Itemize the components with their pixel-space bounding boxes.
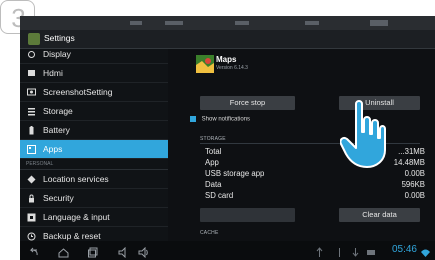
app-version: Version 6.14.3	[216, 65, 248, 71]
storage-row: Total ...31MB	[205, 147, 425, 158]
cache-section-header: CACHE	[200, 230, 219, 236]
status-bar	[20, 16, 435, 30]
force-stop-button[interactable]: Force stop	[200, 96, 295, 110]
volume-up-icon[interactable]	[138, 245, 149, 259]
sidebar-item-storage[interactable]: Storage	[20, 102, 168, 121]
download-icon	[350, 245, 361, 257]
storage-row-label: Total	[205, 147, 222, 156]
settings-app-icon	[28, 33, 40, 45]
battery-status-icon	[366, 245, 377, 256]
sidebar-item-label: ScreenshotSetting	[43, 87, 113, 97]
settings-sidebar: Display Hdmi ScreenshotSetting Storage B…	[20, 49, 168, 246]
clear-data-button[interactable]: Clear data	[339, 208, 420, 222]
usb-icon	[314, 245, 325, 257]
backup-icon	[27, 232, 36, 241]
clock: 05:46	[391, 244, 417, 255]
location-icon	[27, 175, 36, 184]
battery-icon	[27, 125, 36, 135]
navigation-bar: 05:46	[20, 241, 435, 260]
sidebar-item-apps[interactable]: Apps	[20, 140, 168, 159]
storage-divider	[200, 143, 420, 144]
sidebar-item-security[interactable]: Security	[20, 189, 168, 208]
sidebar-item-label: Language & input	[43, 212, 110, 222]
sidebar-item-label: Display	[43, 49, 71, 59]
back-icon[interactable]	[28, 245, 39, 256]
storage-row-value: 0.00B	[404, 191, 425, 200]
checkbox-checked-icon[interactable]	[190, 116, 196, 122]
sidebar-item-label: Hdmi	[43, 68, 63, 78]
sidebar-item-label: Apps	[43, 144, 63, 154]
storage-row-value: ...31MB	[398, 147, 425, 156]
device-frame: 3 Settings Display Hdmi ScreenshotSettin…	[0, 0, 435, 260]
storage-row-value: 596KB	[401, 180, 425, 189]
storage-row-value: 0.00B	[404, 169, 425, 178]
notification-icon	[334, 245, 345, 257]
sidebar-item-label: Security	[43, 193, 74, 203]
sidebar-item-location-services[interactable]: Location services	[20, 170, 168, 189]
sidebar-item-display[interactable]: Display	[20, 45, 168, 64]
actionbar-title: Settings	[44, 33, 75, 43]
language-icon	[27, 213, 36, 222]
lock-icon	[27, 194, 36, 203]
storage-section-header: STORAGE	[200, 136, 226, 142]
sidebar-item-hdmi[interactable]: Hdmi	[20, 64, 168, 83]
show-notifications-row[interactable]: Show notifications	[190, 116, 250, 123]
sidebar-item-label: Backup & reset	[43, 231, 101, 241]
display-icon	[27, 50, 36, 59]
hdmi-icon	[27, 69, 36, 78]
sidebar-item-label: Battery	[43, 125, 70, 135]
storage-row: Data 596KB	[205, 180, 425, 191]
sidebar-header-personal: PERSONAL	[20, 159, 168, 170]
clear-cache-placeholder	[200, 208, 295, 222]
app-name: Maps	[216, 55, 237, 64]
sidebar-item-battery[interactable]: Battery	[20, 121, 168, 140]
show-notifications-label: Show notifications	[201, 116, 251, 123]
home-icon[interactable]	[58, 245, 69, 258]
pointing-hand-icon	[339, 98, 386, 168]
sidebar-item-screenshotsetting[interactable]: ScreenshotSetting	[20, 83, 168, 102]
screenshot-icon	[27, 88, 36, 97]
storage-row: SD card 0.00B	[205, 191, 425, 202]
volume-down-icon[interactable]	[118, 245, 129, 259]
storage-row-label: Data	[205, 180, 222, 189]
app-info-panel: Maps Version 6.14.3 Force stop Uninstall…	[170, 49, 435, 241]
storage-row-value: 14.48MB	[393, 158, 425, 167]
storage-row-label: USB storage app	[205, 169, 265, 178]
storage-row: App 14.48MB	[205, 158, 425, 169]
storage-row: USB storage app 0.00B	[205, 169, 425, 180]
sidebar-item-label: Location services	[43, 174, 109, 184]
maps-app-icon	[196, 55, 214, 73]
storage-icon	[27, 107, 36, 116]
wifi-icon	[420, 245, 431, 257]
apps-icon	[27, 144, 36, 154]
recent-apps-icon[interactable]	[88, 245, 99, 258]
sidebar-item-language-input[interactable]: Language & input	[20, 208, 168, 227]
storage-row-label: SD card	[205, 191, 234, 200]
storage-row-label: App	[205, 158, 219, 167]
sidebar-item-label: Storage	[43, 106, 73, 116]
status-bar-icons	[130, 20, 388, 26]
